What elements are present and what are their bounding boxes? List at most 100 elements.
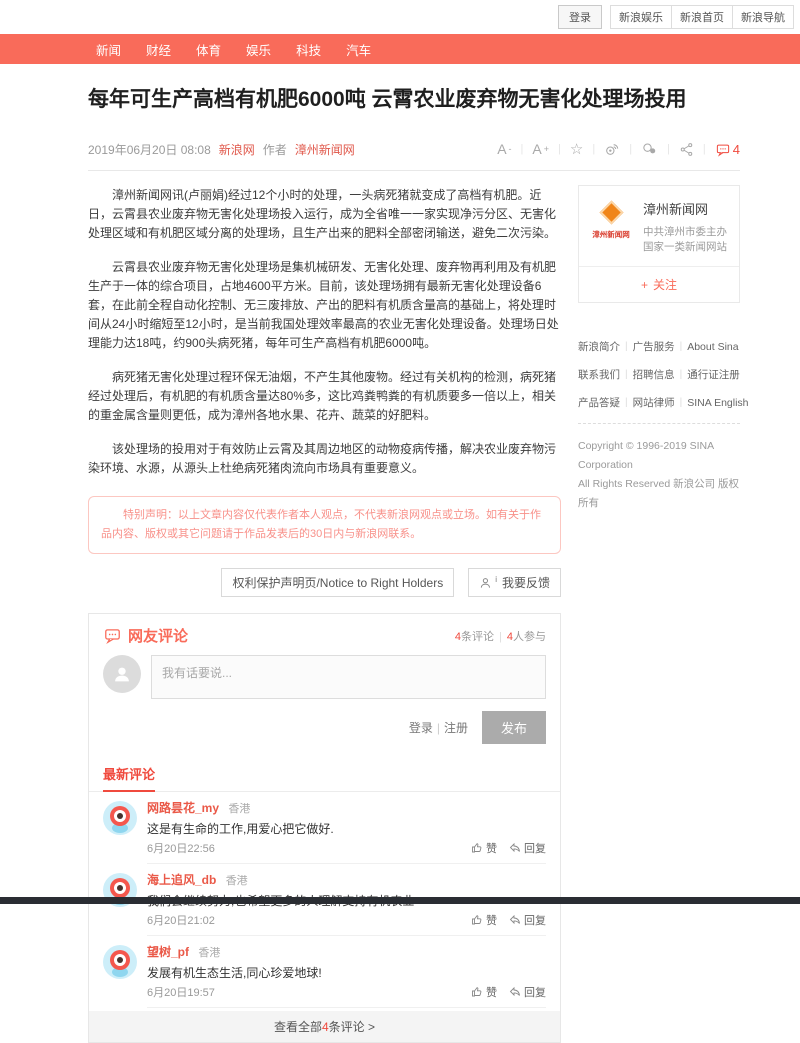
comment-input[interactable]: [151, 655, 546, 699]
font-decrease-button[interactable]: A-: [497, 141, 511, 157]
comment-username[interactable]: 望树_pf: [147, 945, 189, 959]
page-bottom-bar: [0, 897, 800, 904]
link-contact-us[interactable]: 联系我们: [578, 367, 620, 382]
favorite-star-icon[interactable]: ☆: [570, 140, 583, 158]
my-avatar: [103, 655, 141, 693]
person-icon: [479, 576, 493, 590]
main-nav: 新闻 财经 体育 娱乐 科技 汽车: [0, 34, 800, 64]
author-label: 作者: [263, 141, 287, 158]
nav-item-sports[interactable]: 体育: [196, 40, 221, 59]
comment-count: 4: [733, 142, 740, 157]
sidebar: 漳州新闻网 漳州新闻网 中共漳州市委主办国家一类新闻网站 +关注 新浪简介|广告…: [578, 171, 740, 1043]
comments-title: 网友评论: [103, 625, 188, 646]
link-product-faq[interactable]: 产品答疑: [578, 395, 620, 410]
card-source-name[interactable]: 漳州新闻网: [643, 199, 730, 218]
like-button[interactable]: 赞: [471, 984, 497, 1000]
reply-button[interactable]: 回复: [509, 840, 546, 856]
comment-location: 香港: [198, 947, 220, 959]
comments-section: 网友评论 4条评论|4人参与 登录|注册: [88, 613, 561, 1043]
comment-auth-links: 登录|注册: [409, 719, 468, 736]
comment-count-button[interactable]: 4: [715, 142, 740, 157]
reply-button[interactable]: 回复: [509, 984, 546, 1000]
copyright-line-2: All Rights Reserved 新浪公司 版权所有: [578, 475, 740, 513]
logo-diamond-icon: [599, 200, 623, 224]
plus-icon: +: [641, 278, 648, 292]
rights-notice-button[interactable]: 权利保护声明页/Notice to Right Holders: [221, 568, 454, 597]
view-all-comments-button[interactable]: 查看全部4条评论 >: [89, 1011, 560, 1042]
top-link-sina-ent[interactable]: 新浪娱乐: [611, 6, 671, 28]
link-sina-english[interactable]: SINA English: [687, 397, 748, 409]
nav-item-auto[interactable]: 汽车: [346, 40, 371, 59]
feedback-button[interactable]: i 我要反馈: [468, 568, 561, 597]
article-meta: 2019年06月20日 08:08 新浪网 作者 漳州新闻网: [88, 141, 355, 158]
person-icon: [111, 663, 133, 685]
nav-item-finance[interactable]: 财经: [146, 40, 171, 59]
publish-button[interactable]: 发布: [482, 711, 546, 744]
top-link-sina-nav[interactable]: 新浪导航: [732, 6, 793, 28]
link-sina-intro[interactable]: 新浪简介: [578, 339, 620, 354]
comment-username[interactable]: 海上追风_db: [147, 873, 216, 887]
paragraph: 该处理场的投用对于有效防止云霄及其周边地区的动物疫病传播，解决农业废弃物污染环境…: [88, 440, 561, 478]
share-icon[interactable]: [679, 142, 694, 157]
comment-location: 香港: [226, 875, 248, 887]
paragraph: 病死猪无害化处理过程环保无油烟，不产生其他废物。经过有关机构的检测，病死猪经过处…: [88, 368, 561, 425]
reply-icon: [509, 914, 521, 926]
author-link[interactable]: 漳州新闻网: [295, 141, 355, 158]
comment-time: 6月20日19:57: [147, 984, 215, 1000]
link-site-lawyer[interactable]: 网站律师: [633, 395, 675, 410]
comment-location: 香港: [228, 803, 250, 815]
comment-bubble-icon: [103, 627, 122, 644]
tab-latest-comments[interactable]: 最新评论: [103, 764, 155, 792]
reply-icon: [509, 842, 521, 854]
article-actions: 权利保护声明页/Notice to Right Holders i 我要反馈: [88, 568, 561, 597]
comments-stats: 4条评论|4人参与: [455, 628, 546, 644]
nav-item-news[interactable]: 新闻: [96, 40, 121, 59]
comment-text: 发展有机生态生活,同心珍爱地球!: [147, 965, 546, 981]
reply-button[interactable]: 回复: [509, 912, 546, 928]
card-source-desc: 中共漳州市委主办国家一类新闻网站: [643, 225, 730, 255]
source-link[interactable]: 新浪网: [219, 141, 255, 158]
comment-register-link[interactable]: 注册: [444, 721, 468, 735]
thumb-up-icon: [471, 842, 483, 854]
nav-item-tech[interactable]: 科技: [296, 40, 321, 59]
weibo-share-icon[interactable]: [604, 141, 620, 157]
comment-time: 6月20日21:02: [147, 912, 215, 928]
comment-username[interactable]: 网路昙花_my: [147, 801, 219, 815]
thumb-up-icon: [471, 986, 483, 998]
comment-login-link[interactable]: 登录: [409, 721, 433, 735]
like-button[interactable]: 赞: [471, 840, 497, 856]
sidebar-footer-links: 新浪简介|广告服务|About Sina 联系我们|招聘信息|通行证注册 产品答…: [578, 339, 740, 513]
source-follow-card: 漳州新闻网 漳州新闻网 中共漳州市委主办国家一类新闻网站 +关注: [578, 185, 740, 303]
login-button[interactable]: 登录: [558, 5, 602, 29]
article-header: 每年可生产高档有机肥6000吨 云霄农业废弃物无害化处理场投用 2019年06月…: [88, 64, 740, 171]
top-link-sina-home[interactable]: 新浪首页: [671, 6, 732, 28]
link-passport-register[interactable]: 通行证注册: [687, 367, 740, 382]
divider: [578, 423, 740, 424]
font-increase-button[interactable]: A+: [532, 141, 549, 157]
publish-date: 2019年06月20日 08:08: [88, 141, 211, 158]
comments-tab-row: 最新评论: [89, 756, 560, 792]
paragraph: 漳州新闻网讯(卢丽娟)经过12个小时的处理，一头病死猪就变成了高档有机肥。近日，…: [88, 186, 561, 243]
article-body: 漳州新闻网讯(卢丽娟)经过12个小时的处理，一头病死猪就变成了高档有机肥。近日，…: [88, 171, 561, 1043]
comment-item: 望树_pf 香港 发展有机生态生活,同心珍爱地球! 6月20日19:57 赞: [89, 936, 560, 1008]
comment-time: 6月20日22:56: [147, 840, 215, 856]
link-about-sina[interactable]: About Sina: [687, 341, 738, 353]
nav-item-ent[interactable]: 娱乐: [246, 40, 271, 59]
comment-text: 这是有生命的工作,用爱心把它做好.: [147, 821, 546, 837]
avatar: [103, 945, 137, 979]
comment-item: 网路昙花_my 香港 这是有生命的工作,用爱心把它做好. 6月20日22:56 …: [89, 792, 560, 864]
wechat-share-icon[interactable]: [641, 141, 658, 157]
link-ad-service[interactable]: 广告服务: [633, 339, 675, 354]
paragraph: 云霄县农业废弃物无害化处理场是集机械研发、无害化处理、废弃物再利用及有机肥生产于…: [88, 258, 561, 353]
top-links: 新浪娱乐 新浪首页 新浪导航: [610, 5, 794, 29]
avatar: [103, 801, 137, 835]
like-button[interactable]: 赞: [471, 912, 497, 928]
top-bar: 登录 新浪娱乐 新浪首页 新浪导航: [0, 0, 800, 34]
reply-icon: [509, 986, 521, 998]
article-title: 每年可生产高档有机肥6000吨 云霄农业废弃物无害化处理场投用: [88, 86, 740, 114]
link-jobs[interactable]: 招聘信息: [633, 367, 675, 382]
zhangzhou-news-logo: 漳州新闻网: [588, 199, 634, 240]
follow-button[interactable]: +关注: [579, 266, 739, 302]
article-toolbar: A- | A+ | ☆ | | |: [497, 140, 740, 158]
article-meta-row: 2019年06月20日 08:08 新浪网 作者 漳州新闻网 A- | A+ |…: [88, 140, 740, 170]
